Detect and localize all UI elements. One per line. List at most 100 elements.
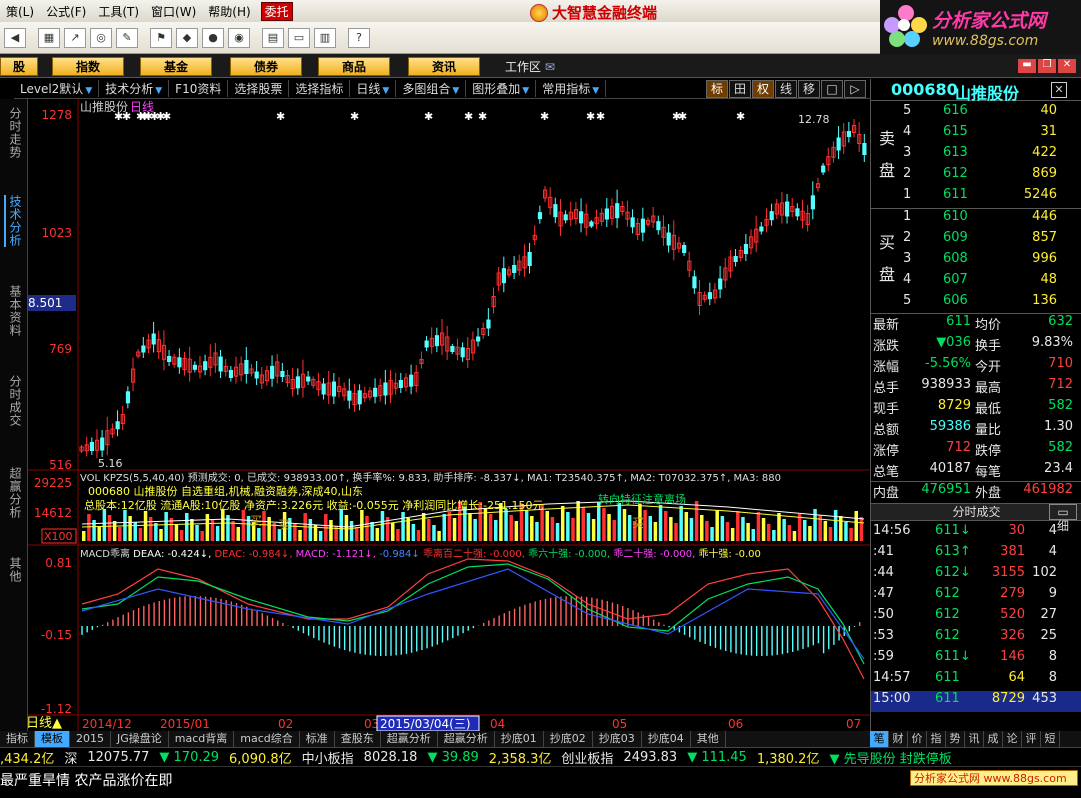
mode-tab[interactable]: 标 <box>706 80 728 98</box>
formula-tab[interactable]: macd综合 <box>234 731 300 747</box>
volume-bar <box>746 523 750 541</box>
side-tab[interactable]: 论 <box>1003 731 1022 747</box>
formula-tab[interactable]: 查股东 <box>335 731 381 747</box>
entrust-button[interactable]: 委托 <box>260 1 293 21</box>
subbar-item[interactable]: 常用指标 ▼ <box>536 80 607 97</box>
category-button[interactable]: 债券 <box>230 57 302 76</box>
nav-tab-fundamental[interactable]: 基本资料 <box>4 285 24 337</box>
side-tab[interactable]: 指 <box>927 731 946 747</box>
formula-tab[interactable]: 抄底02 <box>544 731 593 747</box>
side-tab[interactable]: 笔 <box>870 731 889 747</box>
side-tab[interactable]: 财 <box>889 731 908 747</box>
subbar-item[interactable]: 日线 ▼ <box>350 80 397 97</box>
period-tag[interactable]: 日线▲ <box>28 716 62 731</box>
nav-tab-super[interactable]: 超赢分析 <box>4 467 24 519</box>
help-icon[interactable]: ? <box>348 27 370 48</box>
volume-bar <box>674 523 678 541</box>
minimize-icon[interactable]: ▬ <box>1018 59 1036 73</box>
back-icon[interactable]: ◀ <box>4 27 26 48</box>
side-tab[interactable]: 讯 <box>965 731 984 747</box>
candle-body <box>692 276 697 289</box>
tick-volume: 8729 <box>991 691 1025 706</box>
level: 1 <box>903 187 912 202</box>
menu-item[interactable]: 公式(F) <box>40 3 92 20</box>
category-button[interactable]: 基金 <box>140 57 212 76</box>
formula-tab[interactable]: 模板 <box>35 731 70 747</box>
mode-tab[interactable]: 线 <box>775 80 797 98</box>
books-icon[interactable]: ▥ <box>314 27 336 48</box>
volume-bar <box>663 511 668 541</box>
volume-bar <box>705 521 709 541</box>
candle-body <box>795 208 800 217</box>
subbar-item[interactable]: 图形叠加 ▼ <box>466 80 537 97</box>
volume-bar <box>622 509 627 541</box>
volume-bar <box>689 518 694 541</box>
mode-tab[interactable]: 田 <box>729 80 751 98</box>
side-tab[interactable]: 成 <box>984 731 1003 747</box>
window-icon[interactable]: ▭ <box>288 27 310 48</box>
subbar-item[interactable]: 多图组合 ▼ <box>396 80 467 97</box>
formula-tab[interactable]: 抄底01 <box>495 731 544 747</box>
close-icon[interactable]: ✕ <box>1051 82 1067 98</box>
print-icon[interactable]: ▤ <box>262 27 284 48</box>
formula-tab[interactable]: 标准 <box>300 731 335 747</box>
category-button[interactable]: 指数 <box>52 57 124 76</box>
formula-tab[interactable]: 抄底03 <box>593 731 642 747</box>
flag-icon[interactable]: ⚑ <box>150 27 172 48</box>
workarea-tab[interactable]: 工作区 ✉ <box>505 58 555 75</box>
formula-tab[interactable]: 超赢分析 <box>438 731 495 747</box>
subbar-item[interactable]: F10资料 <box>169 80 229 97</box>
volume-bar <box>591 519 596 541</box>
side-tab[interactable]: 势 <box>946 731 965 747</box>
formula-tab[interactable]: 指标 <box>0 731 35 747</box>
category-button[interactable]: 股 <box>0 57 38 76</box>
formula-tab[interactable]: 其他 <box>691 731 726 747</box>
macd-dif-line <box>81 558 865 680</box>
formula-tab[interactable]: JG操盘论 <box>111 731 169 747</box>
side-tab[interactable]: 评 <box>1022 731 1041 747</box>
category-button[interactable]: 商品 <box>318 57 390 76</box>
toolbar: ◀ ▦ ↗ ◎ ✎ ⚑ ◆ ● ◉ ▤ ▭ ▥ ? <box>0 22 880 54</box>
mode-tab[interactable]: ▷ <box>844 80 866 98</box>
menu-item[interactable]: 策(L) <box>0 3 40 20</box>
volume-bar <box>87 514 91 541</box>
circle-icon[interactable]: ◉ <box>228 27 250 48</box>
category-button[interactable]: 资讯 <box>408 57 480 76</box>
nav-tab-intraday[interactable]: 分时走势 <box>4 107 24 159</box>
close-icon[interactable]: ✕ <box>1058 59 1076 73</box>
formula-tab[interactable]: 抄底04 <box>642 731 691 747</box>
diamond-icon[interactable]: ◆ <box>176 27 198 48</box>
current-price: 8.501 <box>28 296 62 310</box>
subbar-item[interactable]: 技术分析 ▼ <box>99 80 170 97</box>
formula-tab[interactable]: macd背离 <box>169 731 235 747</box>
subbar-item[interactable]: Level2默认 ▼ <box>14 80 100 97</box>
stat-value: 59386 <box>929 419 971 434</box>
restore-icon[interactable]: ❐ <box>1038 59 1056 73</box>
nav-tab-other[interactable]: 其他 <box>4 557 24 583</box>
tool-icon[interactable]: ✎ <box>116 27 138 48</box>
volume-bar <box>231 521 235 541</box>
volume-bar <box>427 519 431 541</box>
menu-item[interactable]: 工具(T) <box>92 3 145 20</box>
side-tab[interactable]: 短 <box>1041 731 1060 747</box>
macd-tick: 0.81 <box>45 556 72 570</box>
formula-tab[interactable]: 超赢分析 <box>381 731 438 747</box>
subbar-item[interactable]: 选择指标 <box>289 80 351 97</box>
nav-tab-ticks[interactable]: 分时成交 <box>4 375 24 427</box>
mode-tab[interactable]: □ <box>821 80 843 98</box>
mode-tab[interactable]: 权 <box>752 80 774 98</box>
formula-tab[interactable]: 2015 <box>70 731 111 747</box>
signal-icon[interactable]: ● <box>202 27 224 48</box>
news-text[interactable]: 最严重旱情 农产品涨价在即 <box>0 770 172 790</box>
chart-icon[interactable]: ↗ <box>64 27 86 48</box>
side-tab[interactable]: 价 <box>908 731 927 747</box>
kline-chart[interactable]: ✱✱ ✱✱✱✱✱✱ ✱ ✱ ✱ ✱ ✱ ✱ ✱ ✱ ✱✱ ✱ 山推股份 日线 1278 1023 76… <box>28 99 870 731</box>
menu-item[interactable]: 帮助(H) <box>202 3 256 20</box>
binoculars-icon[interactable]: ◎ <box>90 27 112 48</box>
mode-tab[interactable]: 移 <box>798 80 820 98</box>
detail-toggle[interactable]: ▭ 细 <box>1049 504 1077 533</box>
nav-tab-technical[interactable]: 技术分析 <box>4 195 24 247</box>
subbar-item[interactable]: 选择股票 <box>228 80 290 97</box>
menu-item[interactable]: 窗口(W) <box>145 3 202 20</box>
quote-icon[interactable]: ▦ <box>38 27 60 48</box>
